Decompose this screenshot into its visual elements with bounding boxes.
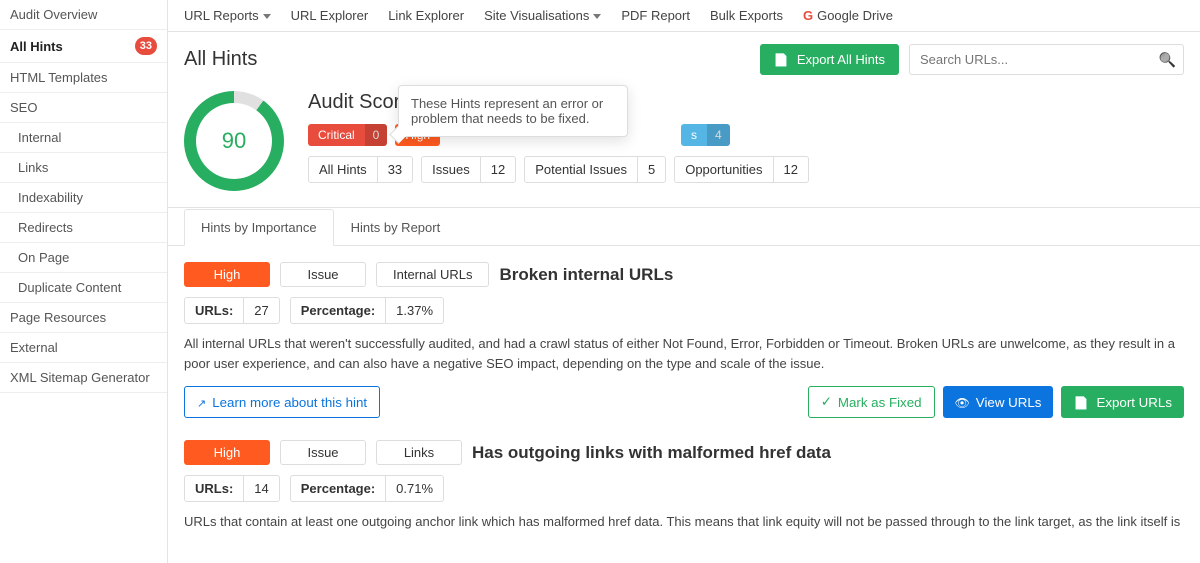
filter-all-hints[interactable]: All Hints33 bbox=[308, 156, 413, 183]
sidebar-item-duplicate-content[interactable]: Duplicate Content bbox=[0, 273, 167, 303]
severity-pill-other[interactable]: s4 bbox=[681, 124, 730, 146]
audit-score-value: 90 bbox=[196, 103, 272, 179]
page-title: All Hints bbox=[184, 48, 750, 71]
nav-pdf-report[interactable]: PDF Report bbox=[621, 8, 690, 23]
tab-hints-by-importance[interactable]: Hints by Importance bbox=[184, 209, 334, 246]
sidebar: Audit Overview All Hints 33 HTML Templat… bbox=[0, 0, 168, 563]
top-nav: URL Reports URL Explorer Link Explorer S… bbox=[168, 0, 1200, 32]
badge-all-hints-count: 33 bbox=[135, 37, 157, 55]
mark-as-fixed-button[interactable]: Mark as Fixed bbox=[808, 386, 935, 418]
sidebar-item-page-resources[interactable]: Page Resources bbox=[0, 303, 167, 333]
nav-site-visualisations[interactable]: Site Visualisations bbox=[484, 8, 601, 23]
hint-percentage-stat: Percentage:0.71% bbox=[290, 475, 444, 502]
hint-description: URLs that contain at least one outgoing … bbox=[184, 512, 1184, 532]
title-bar: All Hints Export All Hints bbox=[168, 32, 1200, 87]
hint-severity-tag: High bbox=[184, 440, 270, 465]
hint-title: Broken internal URLs bbox=[499, 265, 673, 285]
filter-issues[interactable]: Issues12 bbox=[421, 156, 516, 183]
audit-score-donut: 90 bbox=[184, 91, 284, 191]
tab-hints-by-report[interactable]: Hints by Report bbox=[334, 209, 458, 246]
sidebar-item-audit-overview[interactable]: Audit Overview bbox=[0, 0, 167, 30]
sidebar-item-all-hints[interactable]: All Hints 33 bbox=[0, 30, 167, 63]
severity-pill-critical[interactable]: Critical0 bbox=[308, 124, 387, 146]
sidebar-item-html-templates[interactable]: HTML Templates bbox=[0, 63, 167, 93]
hint-severity-tag: High bbox=[184, 262, 270, 287]
tooltip-hint-definition: These Hints represent an error or proble… bbox=[398, 85, 628, 137]
document-icon bbox=[774, 52, 789, 67]
hint-description: All internal URLs that weren't successfu… bbox=[184, 334, 1184, 374]
hint-type-tag: Issue bbox=[280, 262, 366, 287]
nav-url-reports[interactable]: URL Reports bbox=[184, 8, 271, 23]
hint-report-tag: Internal URLs bbox=[376, 262, 489, 287]
search-urls-input[interactable] bbox=[909, 44, 1184, 75]
export-urls-button[interactable]: Export URLs bbox=[1061, 386, 1184, 418]
filter-potential-issues[interactable]: Potential Issues5 bbox=[524, 156, 666, 183]
search-icon[interactable] bbox=[1159, 51, 1176, 68]
hint-type-tag: Issue bbox=[280, 440, 366, 465]
sidebar-item-redirects[interactable]: Redirects bbox=[0, 213, 167, 243]
filter-opportunities[interactable]: Opportunities12 bbox=[674, 156, 809, 183]
sidebar-item-on-page[interactable]: On Page bbox=[0, 243, 167, 273]
hint-report-tag: Links bbox=[376, 440, 462, 465]
nav-google-drive[interactable]: GGoogle Drive bbox=[803, 8, 893, 23]
hint-urls-stat: URLs:27 bbox=[184, 297, 280, 324]
external-link-icon bbox=[197, 395, 206, 410]
learn-more-button[interactable]: Learn more about this hint bbox=[184, 386, 380, 418]
sidebar-item-indexability[interactable]: Indexability bbox=[0, 183, 167, 213]
export-all-hints-button[interactable]: Export All Hints bbox=[760, 44, 899, 75]
hint-urls-stat: URLs:14 bbox=[184, 475, 280, 502]
hint-block: High Issue Links Has outgoing links with… bbox=[184, 440, 1184, 532]
hints-tabs: Hints by Importance Hints by Report bbox=[168, 207, 1200, 246]
audit-score-panel: 90 Audit Score Critical0 High s4 All Hin… bbox=[168, 87, 1200, 207]
sidebar-item-external[interactable]: External bbox=[0, 333, 167, 363]
sidebar-item-xml-sitemap[interactable]: XML Sitemap Generator bbox=[0, 363, 167, 393]
caret-icon bbox=[593, 14, 601, 19]
check-icon bbox=[821, 394, 832, 410]
document-icon bbox=[1073, 395, 1088, 410]
nav-link-explorer[interactable]: Link Explorer bbox=[388, 8, 464, 23]
hints-list: High Issue Internal URLs Broken internal… bbox=[168, 246, 1200, 563]
sidebar-item-internal[interactable]: Internal bbox=[0, 123, 167, 153]
sidebar-item-seo[interactable]: SEO bbox=[0, 93, 167, 123]
hint-percentage-stat: Percentage:1.37% bbox=[290, 297, 444, 324]
view-urls-button[interactable]: View URLs bbox=[943, 386, 1054, 418]
google-drive-icon: G bbox=[803, 8, 813, 23]
nav-bulk-exports[interactable]: Bulk Exports bbox=[710, 8, 783, 23]
eye-icon bbox=[955, 395, 970, 410]
hint-block: High Issue Internal URLs Broken internal… bbox=[184, 262, 1184, 418]
nav-url-explorer[interactable]: URL Explorer bbox=[291, 8, 369, 23]
caret-icon bbox=[263, 14, 271, 19]
hint-title: Has outgoing links with malformed href d… bbox=[472, 443, 831, 463]
sidebar-item-links[interactable]: Links bbox=[0, 153, 167, 183]
